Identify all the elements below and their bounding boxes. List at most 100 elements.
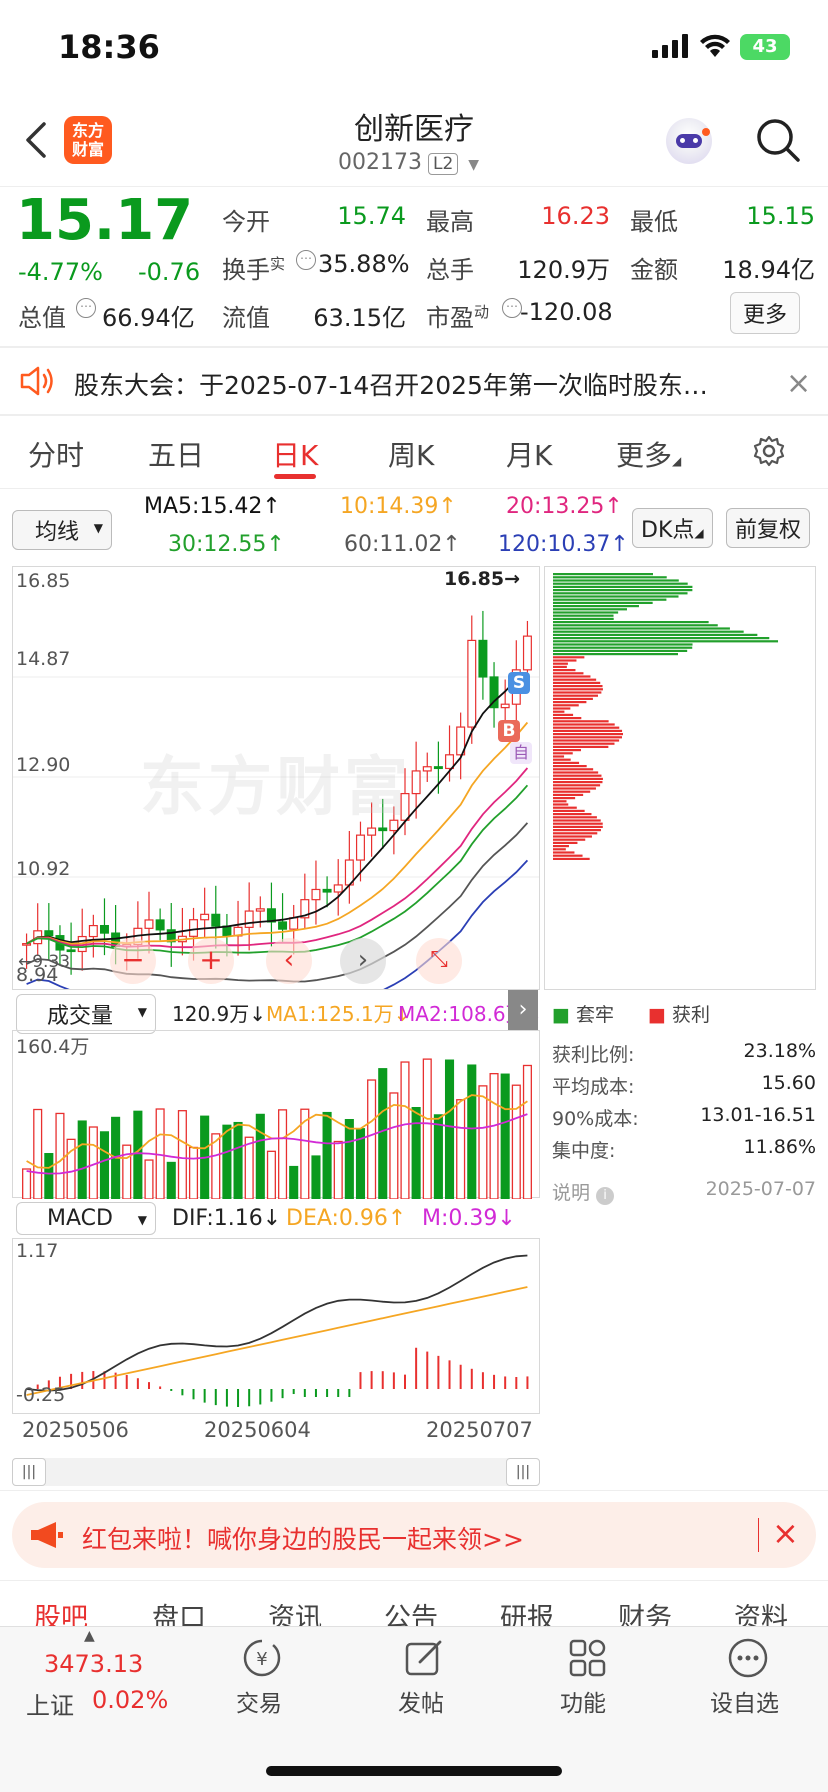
banner-close-icon[interactable]: ×	[772, 1514, 799, 1552]
volume-bar	[177, 1110, 187, 1200]
volume-chart[interactable]	[12, 1030, 540, 1200]
chip-bar	[553, 656, 585, 659]
index-name[interactable]: 上证	[26, 1686, 74, 1721]
chip-bar	[553, 704, 579, 707]
chip-bar	[553, 819, 601, 822]
megaphone-icon	[28, 1520, 64, 1554]
ma30-value: 30:12.55↑	[168, 532, 285, 557]
trade-icon[interactable]: ¥	[240, 1636, 284, 1684]
max-marker: 16.85→	[444, 568, 521, 590]
tab-monthly-k[interactable]: 月K	[506, 434, 552, 474]
tab-five-day[interactable]: 五日	[148, 434, 204, 474]
pe-info-icon[interactable]: ⋯	[502, 298, 522, 318]
expand-icon[interactable]: ⤡	[416, 938, 462, 984]
collapse-up-icon[interactable]: ▲	[84, 1628, 95, 1644]
chip-bar	[553, 713, 574, 716]
tab-weekly-k[interactable]: 周K	[388, 434, 434, 474]
index-value[interactable]: 3473.13	[44, 1650, 143, 1678]
zoom-out-button[interactable]: −	[110, 938, 156, 984]
speaker-icon	[18, 364, 56, 402]
index-change[interactable]: 0.02%	[92, 1686, 168, 1714]
nav-post[interactable]: 发帖	[398, 1684, 444, 1718]
volume-bar	[166, 1161, 176, 1200]
chevron-down-icon: ▼	[468, 157, 480, 173]
macd-selector[interactable]: MACD ▼	[16, 1202, 156, 1235]
chip-bar	[553, 781, 603, 784]
buy-marker[interactable]: B	[498, 720, 520, 742]
info-icon[interactable]: ⋯	[76, 298, 96, 318]
candle-body	[322, 888, 332, 893]
chip-bar	[553, 582, 688, 585]
ma-selector[interactable]: 均线 ▼	[12, 510, 112, 550]
adjust-price-button[interactable]: 前复权	[726, 508, 811, 548]
chip-bar	[553, 653, 678, 656]
search-icon[interactable]	[754, 116, 802, 168]
volume-bar	[233, 1121, 243, 1200]
chip-bar	[553, 662, 568, 665]
chip-bar	[553, 717, 582, 720]
promo-banner[interactable]: 红包来啦！喊你身边的股民一起来领>> ×	[12, 1502, 816, 1568]
nav-trade[interactable]: 交易	[236, 1684, 282, 1718]
ma120-value: 120:10.37↑	[498, 532, 629, 557]
zoom-in-button[interactable]: +	[188, 938, 234, 984]
chip-distribution-chart[interactable]	[544, 566, 816, 990]
volume-selector[interactable]: 成交量 ▼	[16, 994, 156, 1034]
chip-bar	[553, 736, 622, 739]
notice-text[interactable]: 股东大会：于2025-07-14召开2025年第一次临时股东…	[74, 366, 754, 402]
chevron-right-icon[interactable]: ›	[340, 938, 386, 984]
chip-bar	[553, 768, 594, 771]
candle-body	[144, 919, 154, 929]
chip-bar	[553, 729, 623, 732]
chip-bar	[553, 784, 601, 787]
dk-point-button[interactable]: DK点◢	[632, 508, 713, 548]
expand-panel-icon[interactable]: ›	[508, 990, 538, 1030]
functions-icon[interactable]	[566, 1636, 610, 1684]
chip-bar	[553, 592, 688, 595]
nav-add-watchlist[interactable]: 设自选	[710, 1684, 779, 1718]
change-percent: -4.77%	[18, 258, 103, 286]
nav-functions[interactable]: 功能	[560, 1684, 606, 1718]
post-icon[interactable]	[402, 1636, 446, 1684]
candle-body	[289, 917, 299, 930]
chip-bar	[553, 585, 693, 588]
more-button[interactable]: 更多	[730, 292, 801, 334]
chip-bar	[553, 739, 620, 742]
macd-chart[interactable]	[12, 1238, 540, 1414]
self-select-marker[interactable]: 自	[510, 742, 532, 764]
candle-body	[211, 913, 221, 927]
chip-bar	[553, 771, 599, 774]
chevron-left-icon[interactable]: ‹	[266, 938, 312, 984]
tab-daily-k[interactable]: 日K	[272, 434, 318, 474]
candle-body	[22, 943, 32, 946]
chip-bar	[553, 614, 614, 617]
volume-bar	[289, 1165, 299, 1200]
stock-code-selector[interactable]: 002173 L2 ▼	[338, 150, 479, 175]
chip-bar	[553, 723, 615, 726]
range-slider[interactable]: ||| |||	[12, 1458, 540, 1486]
turnover-info-icon[interactable]: ⋯	[296, 250, 316, 270]
chip-bar	[553, 854, 583, 857]
candle-body	[422, 766, 432, 772]
close-icon[interactable]: ×	[786, 366, 811, 401]
battery-level: 43	[752, 36, 778, 57]
chip-bar	[553, 806, 577, 809]
explanation-link[interactable]: 说明 i	[552, 1178, 615, 1205]
tab-more[interactable]: 更多◢	[616, 434, 681, 474]
candle-body	[311, 888, 321, 901]
volume-max-label: 160.4万	[16, 1036, 90, 1058]
slider-handle-right[interactable]: |||	[506, 1458, 540, 1486]
sell-marker[interactable]: S	[508, 672, 530, 694]
chip-bar	[553, 669, 576, 672]
slider-handle-left[interactable]: |||	[12, 1458, 46, 1486]
chip-bar	[553, 633, 758, 636]
volume-bar	[444, 1059, 455, 1200]
y-label-2: 14.87	[16, 648, 71, 670]
assistant-avatar-icon[interactable]	[666, 118, 712, 164]
chip-distribution-canvas	[553, 573, 779, 860]
settings-gear-icon[interactable]	[752, 434, 786, 472]
market-cap-value: 66.94亿	[102, 304, 195, 332]
turnover-label: 换手实	[222, 255, 286, 284]
tab-intraday[interactable]: 分时	[28, 434, 84, 474]
avg-cost-value: 15.60	[761, 1072, 816, 1094]
add-watchlist-icon[interactable]	[726, 1636, 770, 1684]
